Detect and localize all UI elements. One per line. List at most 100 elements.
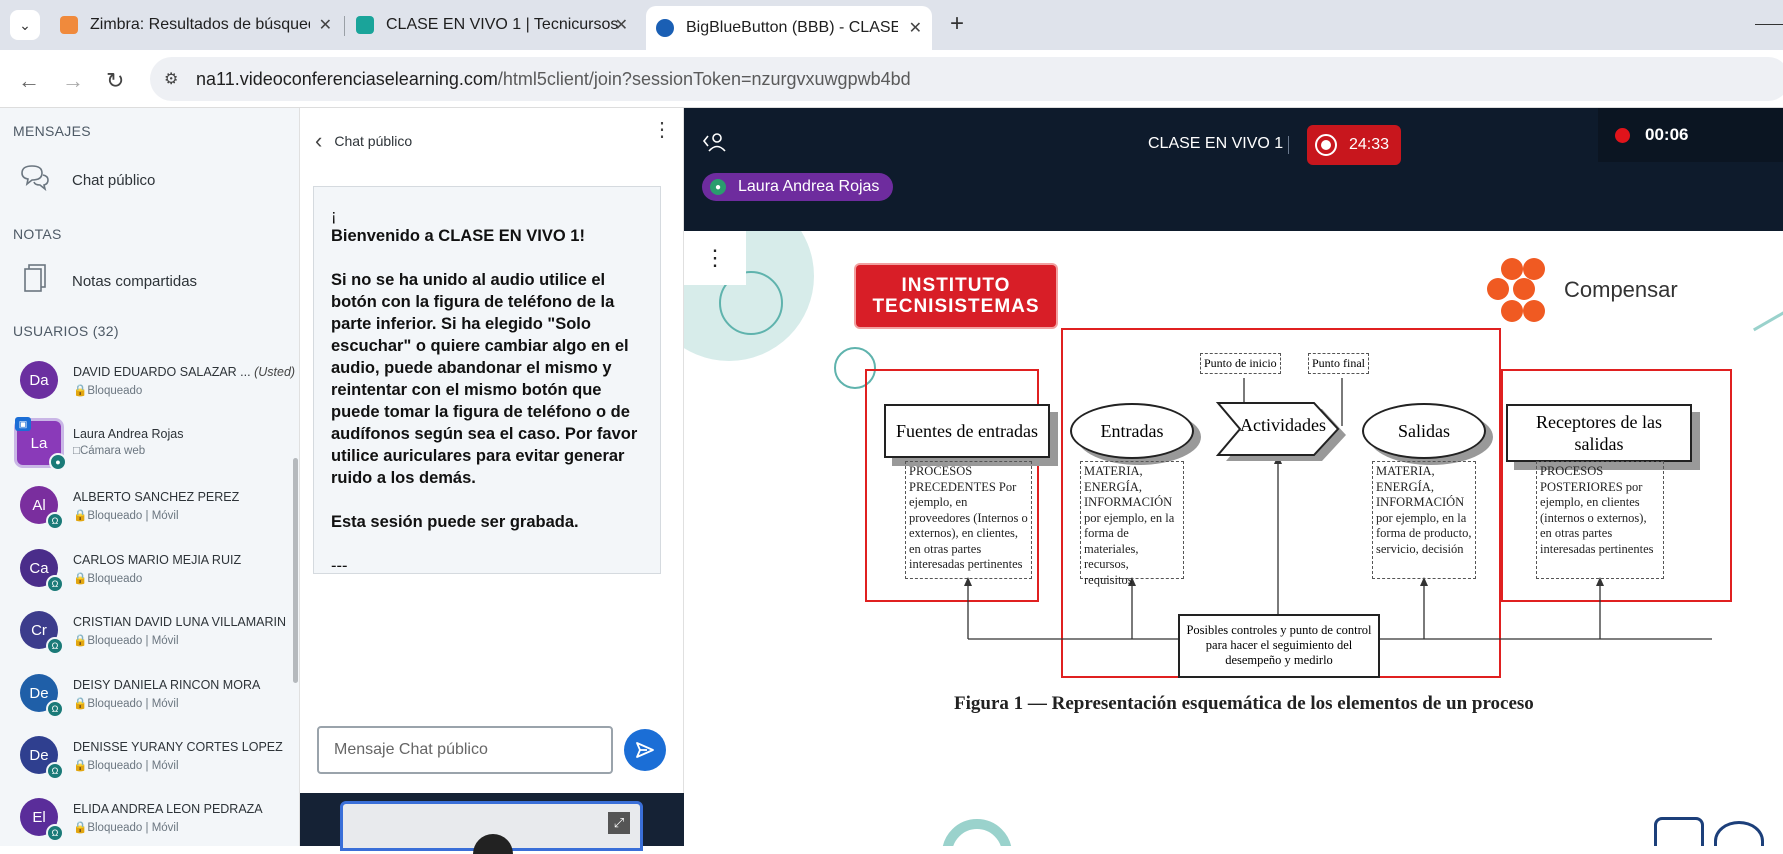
meeting-title: CLASE EN VIVO 1 (1148, 135, 1284, 152)
tab-zimbra[interactable]: Zimbra: Resultados de búsqued ✕ (52, 8, 342, 42)
fullscreen-icon[interactable]: ⤢ (608, 812, 630, 834)
close-icon[interactable]: ✕ (615, 15, 628, 35)
user-list-panel: MENSAJES Chat público NOTAS Notas compar… (0, 108, 300, 846)
camera-icon: □ (73, 445, 80, 457)
microphone-icon: ● (49, 453, 67, 471)
avatar: Cr Ω (20, 611, 64, 655)
talking-indicator[interactable]: ● Laura Andrea Rojas (702, 173, 894, 201)
record-time: 24:33 (1349, 136, 1390, 153)
user-row[interactable]: De Ω DENISSE YURANY CORTES LOPEZ 🔒Bloquea… (18, 728, 293, 786)
outputs-ellipse: Salidas (1362, 403, 1486, 459)
url-field[interactable]: ⚙ na11.videoconferenciaselearning.com/ht… (150, 57, 1783, 101)
user-name: DEISY DANIELA RINCON MORA (73, 678, 261, 692)
user-row[interactable]: La ▣ ● Laura Andrea Rojas □Cámara web (15, 415, 293, 473)
chat-options-icon[interactable]: ⋮ (652, 120, 672, 140)
headphones-icon: Ω (46, 824, 64, 842)
meeting-header: CLASE EN VIVO 1 24:33 00:06 ● Laura Andr… (684, 108, 1783, 231)
send-button[interactable] (624, 729, 666, 771)
later-processes-note: PROCESOS POSTERIORES por ejemplo, en cli… (1536, 461, 1664, 579)
url-host: na11.videoconferenciaselearning.com (196, 68, 498, 89)
lock-icon: 🔒 (73, 822, 88, 834)
welcome-title: Bienvenido a CLASE EN VIVO 1! (331, 227, 585, 245)
title-divider (1288, 136, 1289, 154)
address-bar: ← → ↻ ⚙ na11.videoconferenciaselearning.… (0, 50, 1783, 108)
chevron-left-icon[interactable]: ‹ (315, 128, 322, 154)
webcam-person (473, 834, 513, 854)
user-row[interactable]: El Ω ELIDA ANDREA LEON PEDRAZA 🔒Bloqueado… (18, 790, 293, 848)
tab-title: CLASE EN VIVO 1 | Tecnicursos (386, 16, 619, 33)
separator: --- (331, 557, 348, 575)
lock-icon: 🔒 (73, 698, 88, 710)
headphones-icon: Ω (46, 700, 64, 718)
headphones-icon: Ω (46, 637, 64, 655)
user-row[interactable]: De Ω DEISY DANIELA RINCON MORA 🔒Bloqueado… (18, 666, 293, 724)
record-dot-icon (1615, 127, 1630, 143)
lock-icon: 🔒 (73, 385, 88, 397)
recording-indicator[interactable]: 24:33 (1307, 125, 1401, 165)
chat-header[interactable]: ‹ Chat público (315, 128, 412, 154)
avatar: De Ω (20, 736, 64, 780)
user-name: CRISTIAN DAVID LUNA VILLAMARIN (73, 615, 287, 629)
zimbra-favicon-icon (60, 16, 78, 34)
webcam-video[interactable]: ⤢ (340, 801, 643, 854)
avatar: La ▣ ● (15, 417, 67, 471)
user-name: DAVID EDUARDO SALAZAR ... (Usted) (73, 365, 296, 379)
close-icon[interactable]: ✕ (909, 18, 922, 38)
avatar: Ca Ω (20, 549, 64, 593)
end-point-label: Punto final (1308, 353, 1369, 374)
site-settings-icon[interactable]: ⚙ (164, 69, 178, 89)
user-name: Laura Andrea Rojas (73, 427, 184, 441)
avatar: El Ω (20, 798, 64, 842)
user-row[interactable]: Al Ω ALBERTO SANCHEZ PEREZ 🔒Bloqueado | M… (18, 478, 293, 536)
receivers-box: Receptores de las salidas (1506, 404, 1692, 462)
user-name: DENISSE YURANY CORTES LOPEZ (73, 740, 283, 754)
tab-list-chevron-icon[interactable]: ⌄ (10, 10, 40, 40)
headphones-icon: Ω (46, 762, 64, 780)
url-path: /html5client/join?sessionToken=nzurgvxuw… (497, 68, 911, 89)
activities-arrow: Actividades (1214, 399, 1346, 461)
user-status: 🔒Bloqueado | Móvil (73, 698, 179, 710)
welcome-message: ¡ Bienvenido a CLASE EN VIVO 1! Si no se… (313, 186, 661, 575)
tab-title: BigBlueButton (BBB) - CLASE EN (686, 19, 898, 36)
screen-recorder-widget[interactable]: 00:06 (1598, 108, 1783, 162)
shared-notes-item[interactable]: Notas compartidas (18, 263, 197, 300)
figure-caption: Figura 1 — Representación esquemática de… (954, 693, 1534, 714)
lock-icon: 🔒 (73, 635, 88, 647)
user-row[interactable]: Ca Ω CARLOS MARIO MEJIA RUIZ 🔒Bloqueado (18, 541, 293, 599)
avatar: De Ω (20, 674, 64, 718)
public-chat-item[interactable]: Chat público (18, 163, 155, 198)
forward-arrow-icon[interactable]: → (62, 68, 84, 94)
user-status: 🔒Bloqueado | Móvil (73, 510, 179, 522)
user-name: CARLOS MARIO MEJIA RUIZ (73, 553, 242, 567)
user-row[interactable]: Da DAVID EDUARDO SALAZAR ... (Usted) 🔒Bl… (18, 353, 296, 411)
user-row[interactable]: Cr Ω CRISTIAN DAVID LUNA VILLAMARIN 🔒Bloq… (18, 603, 293, 661)
certification-seal-icon (1654, 817, 1704, 846)
presentation-slide: ⋮ INSTITUTO TECNISISTEMAS Compensar Fuen… (684, 231, 1783, 846)
chat-message-input[interactable]: Mensaje Chat público (317, 726, 613, 774)
user-list-toggle-icon[interactable] (702, 130, 728, 160)
send-icon (636, 742, 654, 758)
back-arrow-icon[interactable]: ← (18, 68, 40, 94)
chat-panel: ‹ Chat público ⋮ ¡ Bienvenido a CLASE EN… (300, 108, 684, 854)
user-list-scrollbar[interactable] (293, 458, 298, 683)
recorder-timer: 00:06 (1645, 125, 1689, 144)
tab-bigbluebutton[interactable]: BigBlueButton (BBB) - CLASE EN ✕ (646, 6, 932, 50)
talker-name: Laura Andrea Rojas (738, 178, 880, 195)
user-status: 🔒Bloqueado | Móvil (73, 635, 179, 647)
reload-icon[interactable]: ↻ (106, 68, 124, 94)
lock-icon: 🔒 (73, 760, 88, 772)
notes-header: NOTAS (13, 226, 62, 242)
notes-document-icon (18, 263, 52, 300)
microphone-icon: ● (710, 179, 726, 195)
minimize-icon[interactable] (1755, 24, 1783, 25)
presenter-icon: ▣ (15, 417, 31, 431)
shared-notes-label: Notas compartidas (72, 273, 198, 290)
avatar: Da (20, 361, 58, 399)
close-icon[interactable]: ✕ (319, 15, 332, 35)
chat-bubbles-icon (18, 163, 52, 198)
avatar: Al Ω (20, 486, 64, 530)
headphones-icon: Ω (46, 575, 64, 593)
messages-header: MENSAJES (13, 123, 91, 139)
new-tab-plus-icon[interactable]: + (950, 10, 964, 38)
tab-tecnicursos[interactable]: CLASE EN VIVO 1 | Tecnicursos ✕ (350, 8, 638, 42)
